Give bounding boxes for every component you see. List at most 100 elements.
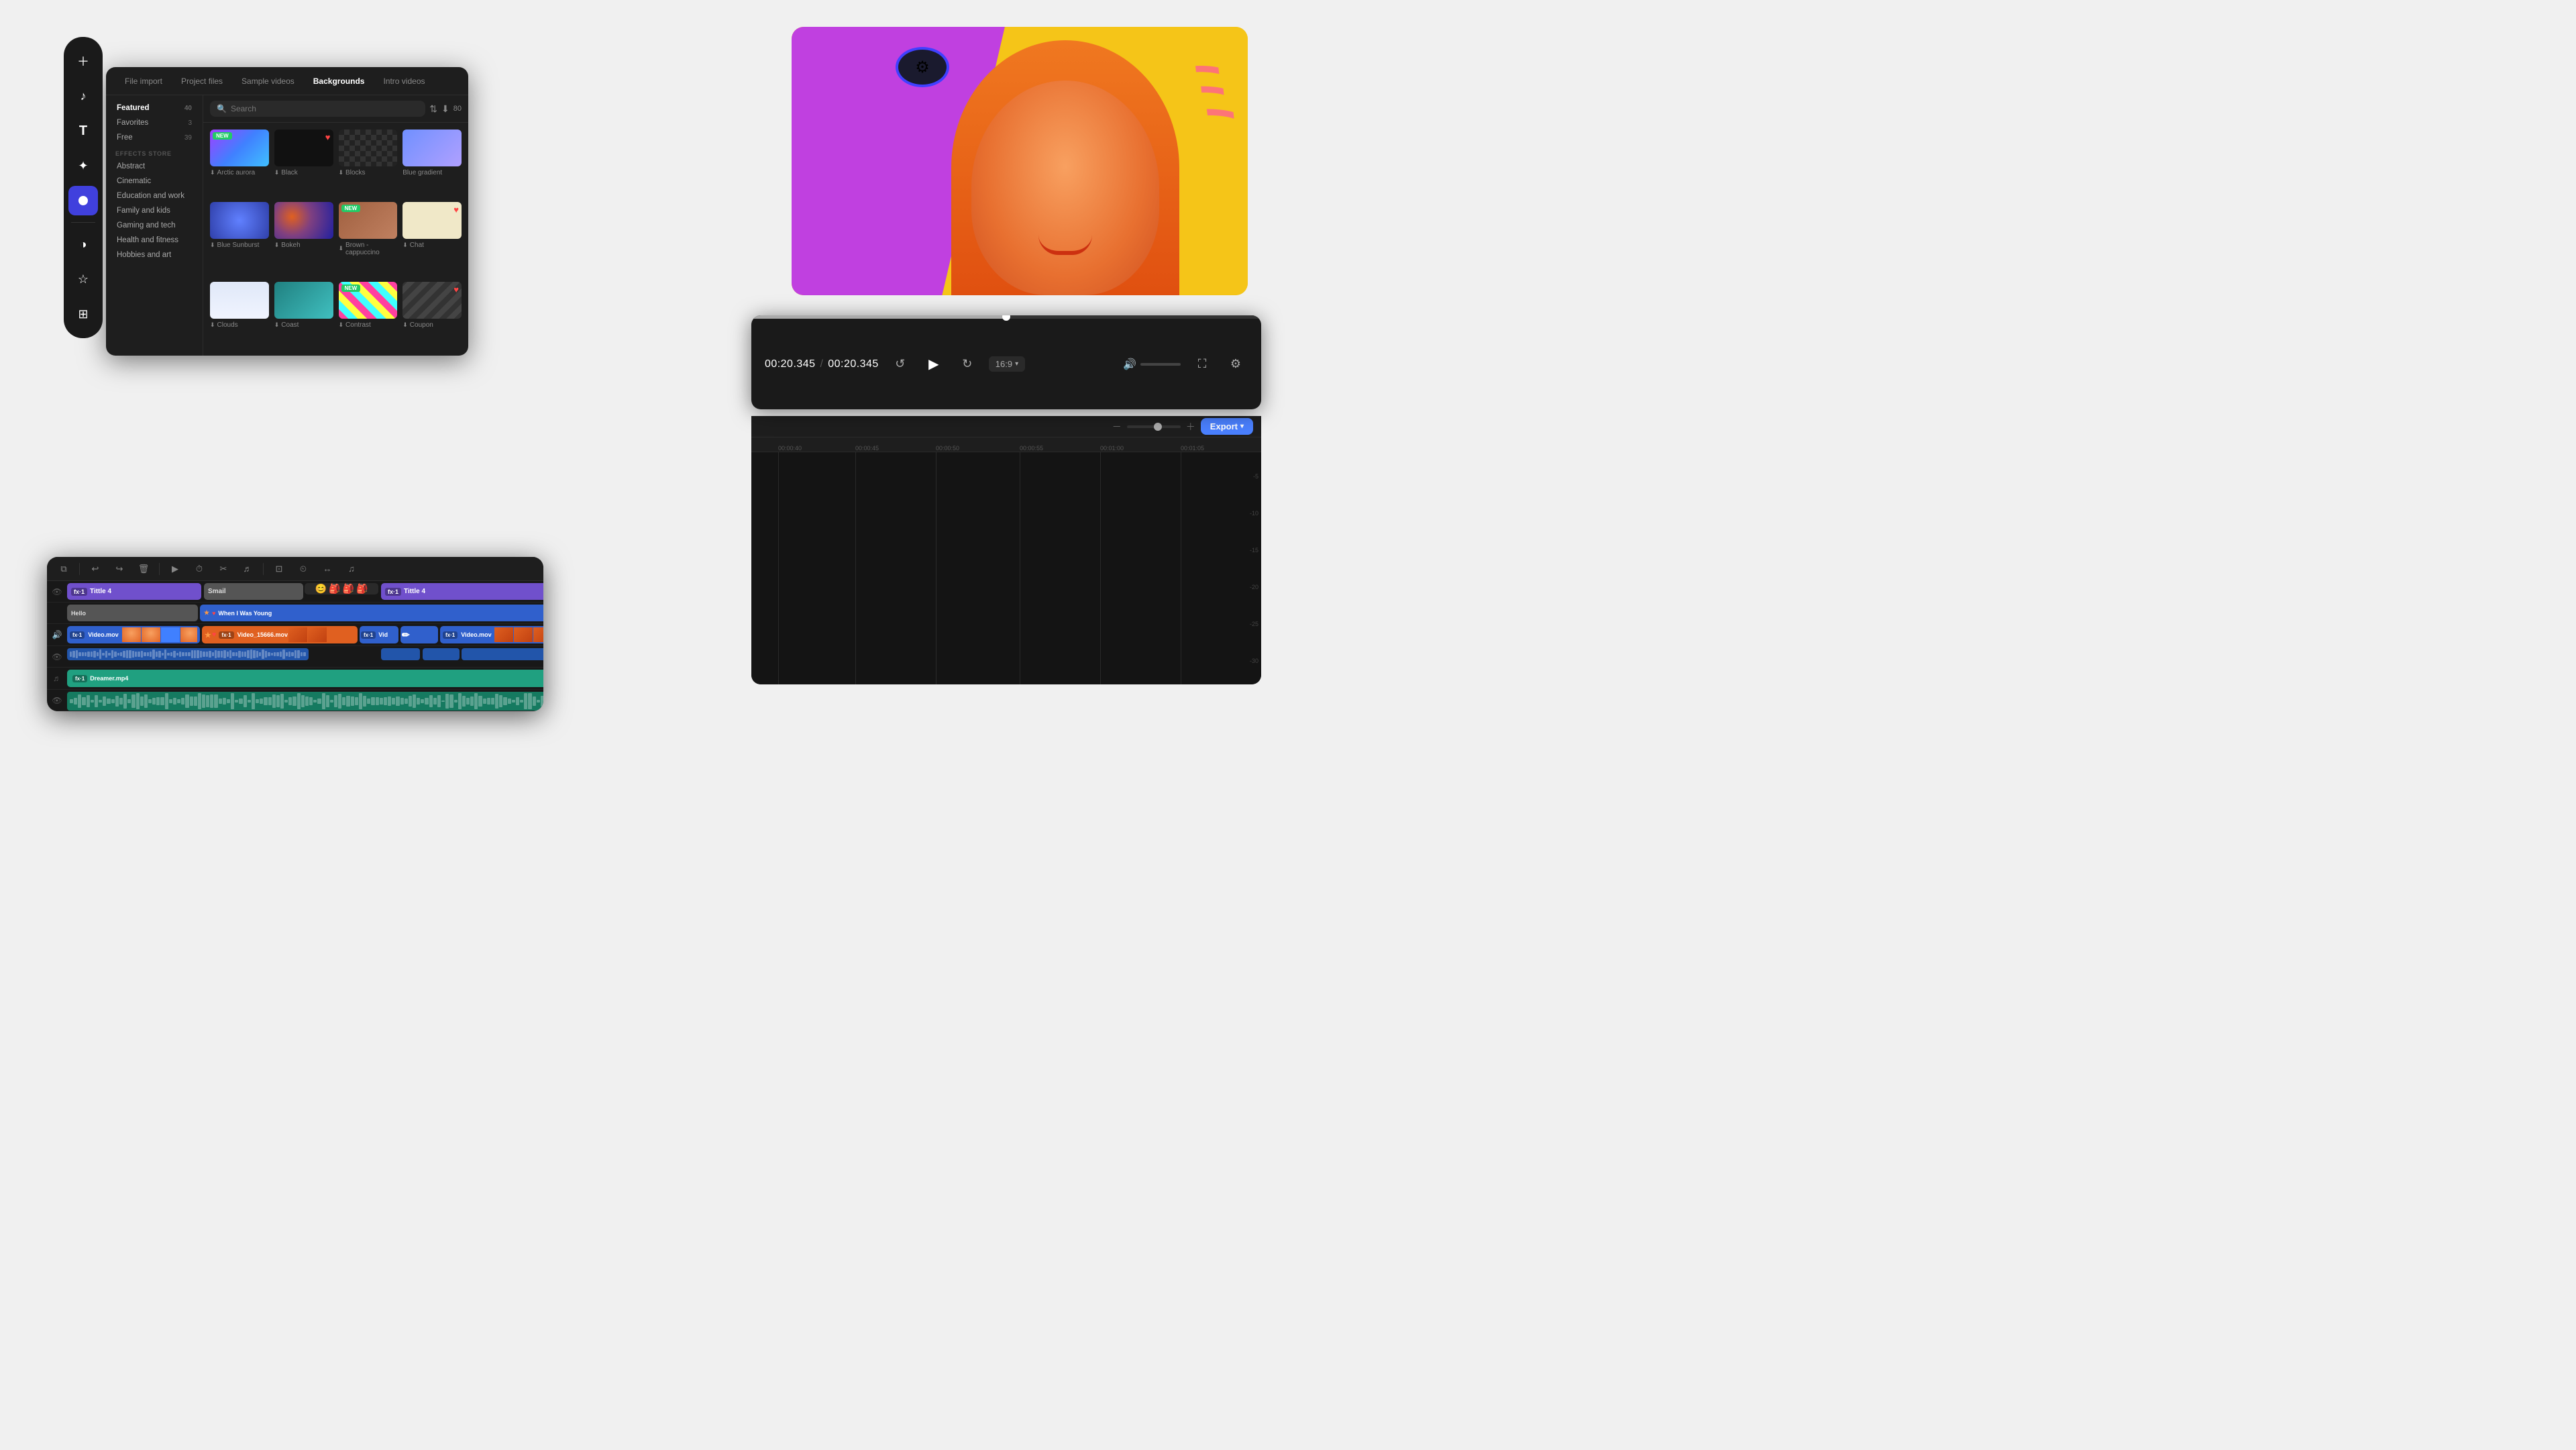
thumb-orange-4 [514,627,533,642]
clip-middle[interactable]: ✏ [400,626,438,643]
zoom-in-button[interactable]: ＋ [1186,420,1195,433]
play-icon: ▶ [172,564,178,574]
clip-tittle4-2[interactable]: fx·1 Tittle 4 [381,583,543,600]
clip-smail[interactable]: Smail [204,583,303,600]
thumb-black[interactable]: ♥ ⬇ Black [274,130,333,197]
track-visibility-toggle-1[interactable]: 👁 [47,587,67,597]
add-button[interactable]: ＋ [68,46,98,76]
filter-button[interactable]: ◑ [68,229,98,259]
clip-tittle4-1[interactable]: fx·1 Tittle 4 [67,583,201,600]
thumb-bokeh[interactable]: ⬇ Bokeh [274,202,333,276]
clip-vid[interactable]: fx·1 Vid [360,626,398,643]
volume-icon[interactable]: 🔊 [1123,358,1136,371]
section-effects-store: EFFECTS STORE [106,145,203,159]
aspect-ratio-button[interactable]: 16:9 ▾ [989,356,1025,372]
effects-icon [78,196,88,205]
tl-transform-button[interactable]: ⊡ [270,560,288,578]
cat-hobbies-art[interactable]: Hobbies and art [109,248,200,262]
player-controls: 00:20.345 / 00:20.345 ↺ ▶ ↻ 16:9 ▾ 🔊 [751,319,1261,409]
cat-education-work[interactable]: Education and work [109,189,200,203]
thumb-arctic-aurora[interactable]: NEW ⬇ Arctic aurora [210,130,269,197]
thumb-chat[interactable]: ♥ ⬇ Chat [402,202,462,276]
thumb-blocks[interactable]: ⬇ Blocks [339,130,398,197]
sticker-button[interactable]: ☆ [68,264,98,294]
cat-cinematic[interactable]: Cinematic [109,174,200,189]
download-small-icon: ⬇ [339,321,344,329]
cat-favorites-label: Favorites [117,119,148,127]
tl-redo-button[interactable]: ↪ [111,560,128,578]
tl-divider-2 [159,563,160,575]
search-input-wrap[interactable]: 🔍 [210,101,425,117]
clip-video-mov-2[interactable]: fx·1 Video.mov [440,626,543,643]
video-player-panel: 00:20.345 / 00:20.345 ↺ ▶ ↻ 16:9 ▾ 🔊 [751,315,1261,409]
cat-abstract[interactable]: Abstract [109,159,200,174]
clip-video-mov-1[interactable]: fx·1 Video.mov [67,626,200,643]
volume-slider[interactable] [1140,363,1181,366]
transitions-button[interactable]: ✦ [68,151,98,180]
tl-clock-button[interactable]: ⏱ [191,560,208,578]
clip-hello[interactable]: Hello [67,605,198,621]
sidebar-toolbar: ＋ ♪ T ✦ ◑ ☆ ⊞ [64,37,103,338]
voice-icon: ↔ [323,564,332,574]
player-progress-bar[interactable] [751,315,1261,319]
delete-icon: 🗑 [138,564,150,574]
thumb-contrast[interactable]: NEW ⬇ Contrast [339,282,398,349]
tab-project-files[interactable]: Project files [173,74,231,89]
thumb-contrast-img: NEW [339,282,398,319]
thumb-arctic-label: ⬇ Arctic aurora [210,169,269,176]
cat-free-label: Free [117,134,133,142]
clip-dreamer[interactable]: fx·1 Dreamer.mp4 [67,670,543,687]
tl-scissor-button[interactable]: ✂ [215,560,232,578]
thumb-blue-sunburst[interactable]: ⬇ Blue Sunburst [210,202,269,276]
track-visibility-toggle-3[interactable]: 🔊 [47,630,67,639]
cat-featured[interactable]: Featured 40 [109,101,200,115]
fullscreen-button[interactable]: ⛶ [1190,352,1214,376]
tl-undo-button[interactable]: ↩ [87,560,104,578]
tab-backgrounds[interactable]: Backgrounds [305,74,373,89]
clip-when-i-was-young[interactable]: ★ ♥ When I Was Young [200,605,543,621]
thumb-blue-gradient[interactable]: Blue gradient [402,130,462,197]
music-button[interactable]: ♪ [68,81,98,111]
cat-gaming-tech[interactable]: Gaming and tech [109,218,200,233]
audio-track-icon: 🔊 [52,630,62,639]
fast-forward-button[interactable]: ↻ [955,352,979,376]
zoom-out-button[interactable]: － [1112,420,1122,433]
cat-free[interactable]: Free 39 [109,130,200,145]
download-icon[interactable]: ⬇ [441,103,449,115]
tl-timer-button[interactable]: ⏲ [294,560,312,578]
thumb-clouds[interactable]: ⬇ Clouds [210,282,269,349]
zoom-slider[interactable] [1127,425,1181,428]
track-visibility-toggle-5[interactable]: ♬ [47,674,67,683]
tl-delete-button[interactable]: 🗑 [135,560,152,578]
thumb-coupon[interactable]: ♥ ⬇ Coupon [402,282,462,349]
tab-intro-videos[interactable]: Intro videos [375,74,433,89]
thumb-coupon-img: ♥ [402,282,462,319]
tl-filter-button[interactable]: ⧉ [55,560,72,578]
cat-health-fitness[interactable]: Health and fitness [109,233,200,248]
effects-button[interactable] [68,186,98,215]
cat-favorites[interactable]: Favorites 3 [109,115,200,130]
waveform-blue-right [462,648,543,660]
text-button[interactable]: T [68,116,98,146]
thumb-brown-cappuccino[interactable]: NEW ⬇ Brown - cappuccino [339,202,398,276]
export-button[interactable]: Export ▾ [1201,418,1253,435]
play-button[interactable]: ▶ [922,352,946,376]
clip-video-15666[interactable]: ★ ♥ fx·1 Video_15666.mov [202,626,358,643]
cat-family-kids[interactable]: Family and kids [109,203,200,218]
settings-button[interactable]: ⚙ [1224,352,1248,376]
more-icon: ⊞ [78,307,88,321]
search-input[interactable] [231,104,419,113]
tab-sample-videos[interactable]: Sample videos [233,74,303,89]
more-button[interactable]: ⊞ [68,299,98,329]
rewind-button[interactable]: ↺ [888,352,912,376]
tl-music-button[interactable]: ♫ [343,560,360,578]
hero-image-area: ﾐ ⚙ [792,27,1248,295]
tl-play-button[interactable]: ▶ [166,560,184,578]
thumb-coast[interactable]: ⬇ Coast [274,282,333,349]
sort-icon[interactable]: ⇅ [429,103,437,115]
audio-icon-2: ♬ [53,674,61,683]
tl-audio-button[interactable]: ♬ [239,560,256,578]
tl-voice-button[interactable]: ↔ [319,560,336,578]
tab-file-import[interactable]: File import [117,74,170,89]
cat-favorites-count: 3 [178,119,192,127]
